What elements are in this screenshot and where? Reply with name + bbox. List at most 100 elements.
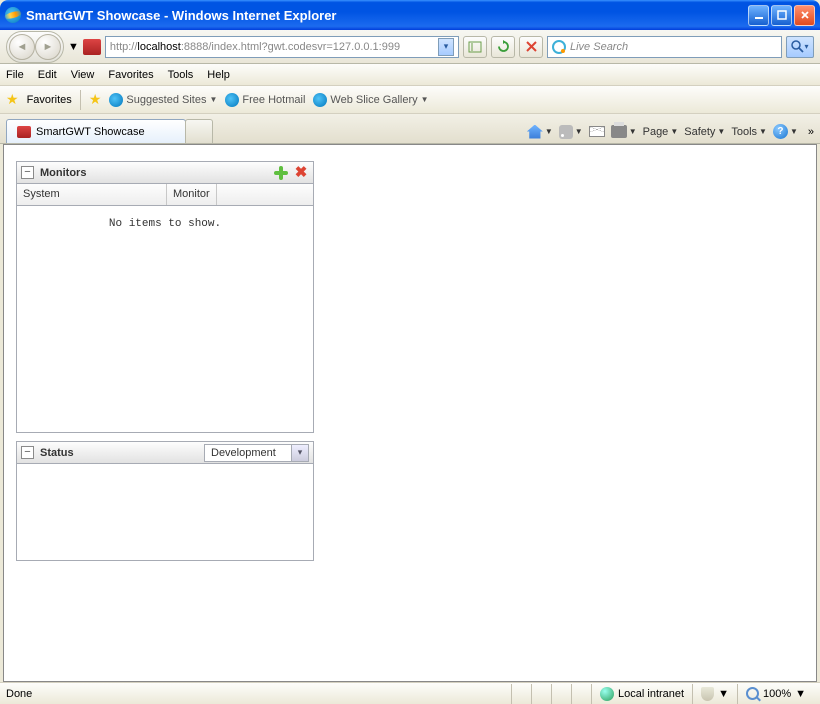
new-tab-button[interactable]: [185, 119, 213, 143]
add-icon[interactable]: [273, 165, 289, 181]
menu-view[interactable]: View: [71, 69, 95, 81]
security-zone[interactable]: Local intranet: [591, 684, 692, 704]
separator: [80, 90, 81, 110]
webslice-label: Web Slice Gallery: [330, 94, 417, 106]
url-rest: :8888/index.html?gwt.codesvr=127.0.0.1:9…: [181, 41, 400, 53]
col-monitor[interactable]: Monitor: [167, 184, 217, 205]
bing-icon: [552, 40, 566, 54]
col-system[interactable]: System: [17, 184, 167, 205]
menu-favorites[interactable]: Favorites: [108, 69, 153, 81]
mail-icon: [589, 126, 605, 137]
page-menu[interactable]: Page▼: [643, 126, 679, 138]
ie-small-icon: [225, 93, 239, 107]
home-icon: [527, 125, 543, 139]
menu-edit[interactable]: Edit: [38, 69, 57, 81]
url-prefix: http://: [110, 41, 138, 53]
browser-status-bar: Done Local intranet ▼ 100% ▼: [0, 682, 820, 704]
status-text: Done: [6, 688, 32, 700]
add-favorite-star-icon[interactable]: ★: [89, 91, 102, 108]
command-bar: ▼ ▼ ▼ Page▼ Safety▼ Tools▼ ?▼ »: [527, 124, 814, 143]
ie-logo-icon: [5, 7, 21, 23]
shield-icon: [701, 687, 714, 701]
tools-menu[interactable]: Tools▼: [731, 126, 767, 138]
search-placeholder: Live Search: [570, 41, 628, 53]
print-icon: [611, 125, 627, 138]
collapse-button[interactable]: −: [21, 446, 34, 459]
search-button[interactable]: ▾: [786, 36, 814, 58]
nav-toolbar: ◄ ► ▼ http://localhost:8888/index.html?g…: [0, 30, 820, 64]
maximize-button[interactable]: [771, 5, 792, 26]
read-mail-button[interactable]: [589, 126, 605, 137]
menu-help[interactable]: Help: [207, 69, 230, 81]
menu-tools[interactable]: Tools: [168, 69, 194, 81]
address-bar[interactable]: http://localhost:8888/index.html?gwt.cod…: [105, 36, 459, 58]
ie-small-icon: [109, 93, 123, 107]
minimize-button[interactable]: [748, 5, 769, 26]
tab-bar: SmartGWT Showcase ▼ ▼ ▼ Page▼ Safety▼ To…: [0, 114, 820, 144]
delete-icon[interactable]: ✖: [293, 165, 309, 181]
forward-button[interactable]: ►: [35, 34, 61, 60]
nav-history-dropdown[interactable]: ▼: [68, 41, 79, 53]
chevron-more-icon[interactable]: »: [808, 126, 814, 138]
refresh-button[interactable]: [491, 36, 515, 58]
status-select[interactable]: Development ▾: [204, 444, 309, 462]
monitors-header: − Monitors ✖: [17, 162, 313, 184]
print-button[interactable]: ▼: [611, 125, 637, 138]
menu-bar: File Edit View Favorites Tools Help: [0, 64, 820, 86]
favorites-bar: ★ Favorites ★ Suggested Sites ▼ Free Hot…: [0, 86, 820, 114]
chevron-down-icon: ▼: [421, 95, 429, 104]
window-titlebar: SmartGWT Showcase - Windows Internet Exp…: [0, 0, 820, 30]
grid-empty-message: No items to show.: [17, 206, 313, 242]
status-cell: [571, 684, 591, 704]
free-hotmail-link[interactable]: Free Hotmail: [225, 93, 305, 107]
chevron-down-icon: ▼: [795, 688, 806, 700]
url-host: localhost: [137, 41, 180, 53]
collapse-button[interactable]: −: [21, 166, 34, 179]
back-button[interactable]: ◄: [9, 34, 35, 60]
chevron-down-icon[interactable]: ▾: [291, 445, 308, 461]
nav-back-forward-group: ◄ ►: [6, 31, 64, 63]
home-button[interactable]: ▼: [527, 125, 553, 139]
status-cell: [531, 684, 551, 704]
suggested-sites-link[interactable]: Suggested Sites ▼: [109, 93, 217, 107]
compat-view-button[interactable]: [463, 36, 487, 58]
status-header: − Status Development ▾: [17, 442, 313, 464]
tab-label: SmartGWT Showcase: [36, 126, 145, 138]
monitors-grid-header: System Monitor: [17, 184, 313, 206]
rss-icon: [559, 125, 573, 139]
feeds-button[interactable]: ▼: [559, 125, 583, 139]
protected-mode[interactable]: ▼: [692, 684, 737, 704]
status-title: Status: [40, 447, 74, 459]
monitors-panel: − Monitors ✖ System Monitor No items to …: [16, 161, 314, 433]
help-icon: ?: [773, 124, 788, 139]
status-panel: − Status Development ▾: [16, 441, 314, 561]
site-icon: [83, 39, 101, 55]
status-selected-value: Development: [205, 447, 291, 459]
tab-favicon: [17, 126, 31, 138]
address-dropdown-icon[interactable]: ▾: [438, 38, 454, 56]
stop-button[interactable]: [519, 36, 543, 58]
menu-file[interactable]: File: [6, 69, 24, 81]
hotmail-label: Free Hotmail: [242, 94, 305, 106]
favorite-star-icon: ★: [6, 91, 19, 108]
zoom-level: 100%: [763, 688, 791, 700]
web-slice-link[interactable]: Web Slice Gallery ▼: [313, 93, 428, 107]
favorites-button[interactable]: Favorites: [27, 94, 72, 106]
browser-tab[interactable]: SmartGWT Showcase: [6, 119, 186, 143]
suggested-label: Suggested Sites: [126, 94, 206, 106]
close-button[interactable]: [794, 5, 815, 26]
globe-icon: [600, 687, 614, 701]
zoom-control[interactable]: 100% ▼: [737, 684, 814, 704]
search-input[interactable]: Live Search: [547, 36, 782, 58]
safety-menu[interactable]: Safety▼: [684, 126, 725, 138]
zoom-icon: [746, 687, 759, 700]
status-cell: [511, 684, 531, 704]
help-button[interactable]: ?▼: [773, 124, 798, 139]
chevron-down-icon: ▼: [210, 95, 218, 104]
ie-small-icon: [313, 93, 327, 107]
window-title: SmartGWT Showcase - Windows Internet Exp…: [26, 8, 748, 23]
chevron-down-icon: ▼: [718, 688, 729, 700]
page-content: − Monitors ✖ System Monitor No items to …: [3, 144, 817, 682]
monitors-title: Monitors: [40, 167, 86, 179]
zone-label: Local intranet: [618, 688, 684, 700]
